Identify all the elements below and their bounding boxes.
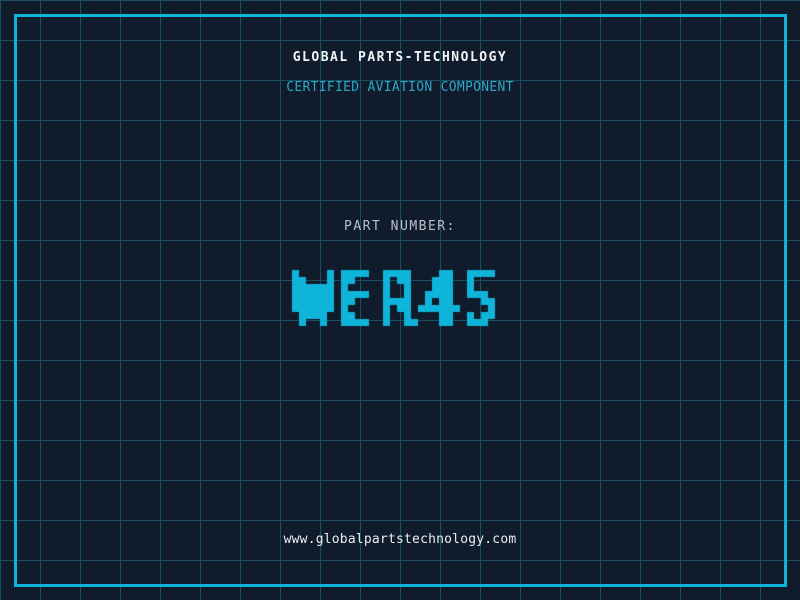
part-number-display: WER45: [0, 256, 800, 347]
part-number-label: PART NUMBER:: [0, 219, 800, 235]
part-card-page: GLOBAL PARTS-TECHNOLOGY CERTIFIED AVIATI…: [0, 0, 800, 600]
brand-title: GLOBAL PARTS-TECHNOLOGY: [0, 50, 800, 66]
brand-subtitle: CERTIFIED AVIATION COMPONENT: [0, 80, 800, 96]
website-url: www.globalpartstechnology.com: [0, 532, 800, 548]
part-number-pixel-text: [285, 256, 516, 347]
